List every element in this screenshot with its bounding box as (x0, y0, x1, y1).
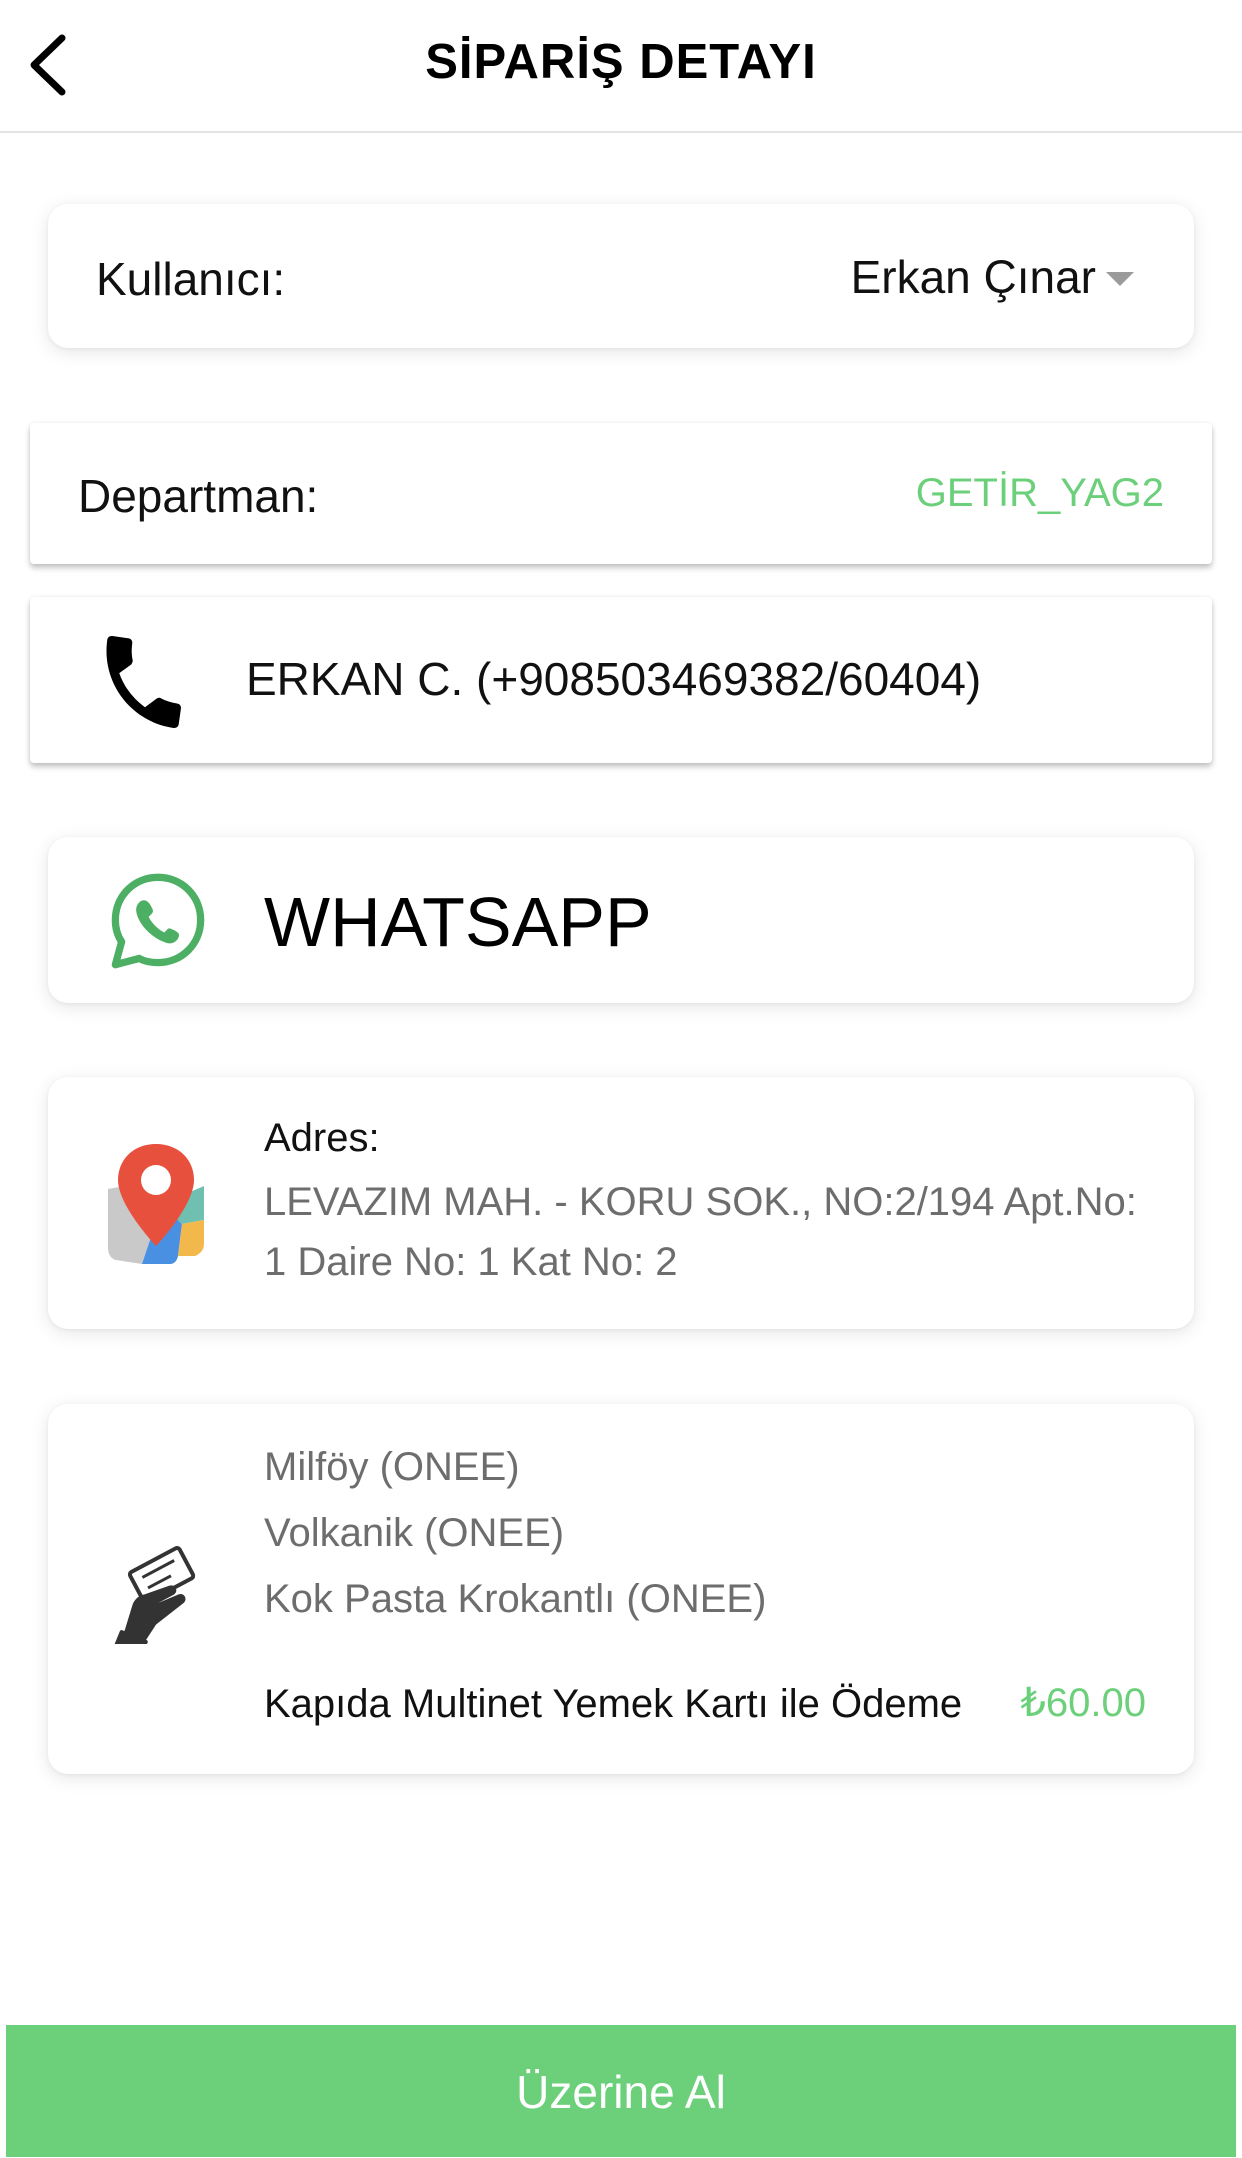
whatsapp-label[interactable]: WHATSAPP (264, 882, 652, 962)
dropdown-arrow-icon[interactable] (1106, 272, 1134, 286)
department-card: Departman: GETİR_YAG2 (30, 423, 1212, 564)
payment-hand-icon (114, 1546, 196, 1644)
order-item: Milföy (ONEE) (264, 1445, 520, 1489)
user-label: Kullanıcı: (96, 253, 286, 305)
order-item: Volkanik (ONEE) (264, 1511, 565, 1555)
contact-phone-text[interactable]: ERKAN C. (+908503469382/60404) (246, 652, 981, 706)
address-card[interactable]: Adres: LEVAZIM MAH. - KORU SOK., NO:2/19… (48, 1077, 1194, 1329)
take-order-button[interactable]: Üzerine Al (6, 2025, 1236, 2157)
address-line-1: LEVAZIM MAH. - KORU SOK., NO:2/194 Apt.N… (264, 1180, 1137, 1224)
phone-call-card[interactable]: ERKAN C. (+908503469382/60404) (30, 597, 1212, 763)
user-select-value[interactable]: Erkan Çınar (851, 250, 1096, 304)
order-item: Kok Pasta Krokantlı (ONEE) (264, 1577, 767, 1621)
top-app-bar: SİPARİŞ DETAYI (0, 0, 1242, 133)
map-pin-icon (108, 1144, 204, 1264)
department-label: Departman: (78, 470, 319, 522)
order-details-card: Milföy (ONEE) Volkanik (ONEE) Kok Pasta … (48, 1404, 1194, 1774)
whatsapp-icon (111, 873, 205, 969)
order-items-list: Milföy (ONEE) Volkanik (ONEE) Kok Pasta … (264, 1438, 766, 1636)
phone-icon (106, 635, 181, 729)
department-value: GETİR_YAG2 (915, 471, 1164, 515)
order-total: ₺60.00 (1020, 1681, 1146, 1725)
payment-method: Kapıda Multinet Yemek Kartı ile Ödeme (264, 1682, 963, 1726)
page-title: SİPARİŞ DETAYI (425, 35, 817, 89)
address-line-2: 1 Daire No: 1 Kat No: 2 (264, 1240, 678, 1284)
address-text[interactable]: LEVAZIM MAH. - KORU SOK., NO:2/194 Apt.N… (264, 1172, 1144, 1292)
whatsapp-card[interactable]: WHATSAPP (48, 837, 1194, 1003)
user-selector-card[interactable]: Kullanıcı: Erkan Çınar (48, 204, 1194, 348)
address-label: Adres: (264, 1116, 380, 1160)
